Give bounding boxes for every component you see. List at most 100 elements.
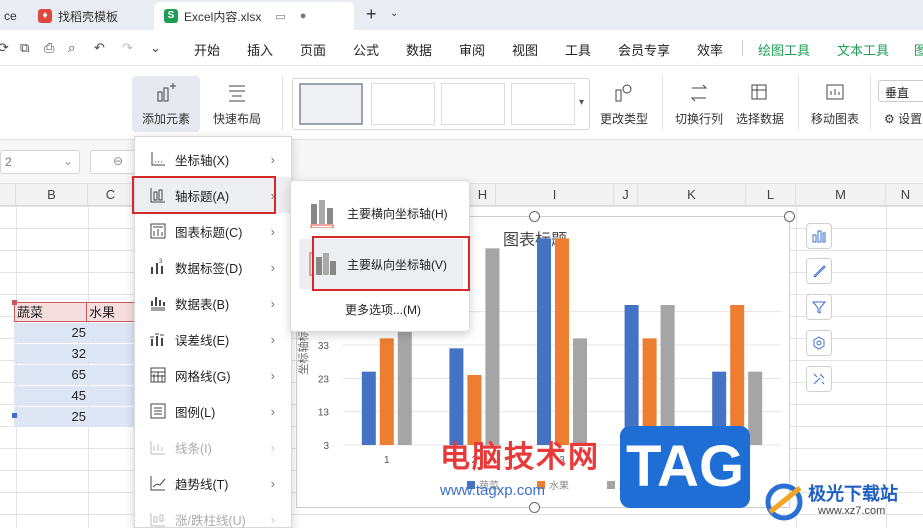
change-type-button[interactable]: 更改类型 — [598, 82, 650, 127]
selection-handle[interactable] — [12, 300, 17, 305]
ribbon-divider — [870, 76, 871, 130]
header-cell-vegetable[interactable]: 蔬菜 — [14, 302, 88, 322]
column-header-i[interactable]: I — [496, 184, 614, 206]
bar — [555, 238, 569, 445]
menu-review[interactable]: 审阅 — [459, 40, 485, 59]
docer-icon: ♦ — [38, 9, 52, 23]
chevron-down-icon[interactable]: ⌄ — [390, 8, 398, 19]
table-cell[interactable]: 25 — [14, 407, 136, 427]
bar — [449, 348, 464, 445]
header-cell-fruit[interactable]: 水果 — [86, 302, 136, 322]
menu-formula[interactable]: 公式 — [353, 40, 379, 59]
tab-template[interactable]: ♦ 找稻壳模板 — [28, 2, 128, 30]
chart-style-gallery[interactable]: ▾ — [292, 78, 590, 130]
chart-style-thumb[interactable] — [511, 83, 575, 125]
menu-member[interactable]: 会员专享 — [618, 40, 670, 59]
quick-layout-button[interactable]: 快速布局 — [204, 82, 270, 127]
chevron-down-icon[interactable]: ⌄ — [63, 154, 73, 168]
zoom-field[interactable]: ⊖ — [90, 150, 140, 174]
dot-icon[interactable]: ● — [300, 10, 307, 22]
submenu-item-more-options[interactable]: 更多选项...(M) — [299, 297, 463, 321]
menu-item-axes[interactable]: 坐标轴(X) › — [135, 141, 291, 177]
menu-data[interactable]: 数据 — [406, 40, 432, 59]
legend-label: 水果 — [549, 480, 569, 492]
chart-style-thumb[interactable] — [371, 83, 435, 125]
menu-page[interactable]: 页面 — [300, 40, 326, 59]
selection-handle[interactable] — [12, 413, 17, 418]
chart-style-thumb[interactable] — [299, 83, 363, 125]
resize-handle[interactable] — [784, 211, 795, 222]
menu-tools[interactable]: 工具 — [565, 40, 591, 59]
new-tab-icon[interactable]: + — [366, 4, 377, 25]
name-box[interactable]: 2 ⌄ — [0, 150, 80, 174]
tools-icon — [813, 373, 825, 385]
gridlines-icon — [150, 367, 166, 383]
chevron-right-icon: › — [270, 259, 275, 275]
menu-drawing-tools[interactable]: 绘图工具 — [758, 40, 810, 59]
resize-handle[interactable] — [529, 502, 540, 513]
error-bars-icon — [150, 333, 164, 346]
move-chart-button[interactable]: 移动图表 — [808, 82, 862, 127]
corner-cell[interactable] — [0, 184, 16, 206]
chart-tools-button[interactable] — [806, 366, 832, 392]
vertical-dropdown[interactable]: 垂直 — [878, 80, 923, 102]
spreadsheet-icon: S — [164, 9, 178, 23]
chart-settings-button[interactable] — [806, 330, 832, 356]
menu-item-gridlines[interactable]: 网格线(G) › — [135, 357, 291, 393]
hexagon-icon — [813, 336, 825, 350]
menu-item-legend[interactable]: 图例(L) › — [135, 393, 291, 429]
monitor-icon[interactable]: ▭ — [275, 10, 285, 23]
menu-item-chart-title[interactable]: 图表标题(C) › — [135, 213, 291, 249]
table-cell[interactable]: 65 — [14, 365, 136, 385]
menu-item-trendline[interactable]: 趋势线(T) › — [135, 465, 291, 501]
tab-partial[interactable]: ce — [0, 2, 27, 30]
column-header-n[interactable]: N — [886, 184, 923, 206]
settings-button[interactable]: ⚙ 设置 — [884, 110, 922, 127]
switch-rowcol-button[interactable]: 切换行列 — [672, 82, 726, 127]
menu-text-tools[interactable]: 文本工具 — [837, 40, 889, 59]
undo-icon[interactable]: ↶ — [94, 40, 105, 56]
column-header-h[interactable]: H — [470, 184, 496, 206]
column-header-l[interactable]: L — [746, 184, 796, 206]
column-header-c[interactable]: C — [88, 184, 134, 206]
column-header-m[interactable]: M — [796, 184, 886, 206]
select-data-button[interactable]: 选择数据 — [733, 82, 787, 127]
menu-efficiency[interactable]: 效率 — [697, 40, 723, 59]
add-element-button[interactable]: 添加元素 — [132, 76, 200, 132]
menu-start[interactable]: 开始 — [194, 40, 220, 59]
chart-style-thumb[interactable] — [441, 83, 505, 125]
column-header-j[interactable]: J — [614, 184, 638, 206]
chart-filter-button[interactable] — [806, 294, 832, 320]
table-cell[interactable]: 32 — [14, 344, 136, 364]
menu-insert[interactable]: 插入 — [247, 40, 273, 59]
bar — [361, 371, 376, 445]
preview-icon[interactable]: ⌕ — [68, 40, 75, 56]
chart-elements-button[interactable] — [806, 223, 832, 249]
resize-handle[interactable] — [529, 211, 540, 222]
chart-style-button[interactable] — [806, 258, 832, 284]
table-cell[interactable]: 45 — [14, 386, 136, 406]
gallery-expand-icon[interactable]: ▾ — [579, 97, 584, 108]
column-header-k[interactable]: K — [638, 184, 746, 206]
tab-excel-file[interactable]: S Excel内容.xlsx ▭ ● — [154, 2, 354, 30]
bar — [660, 305, 675, 445]
submenu-item-horizontal-axis[interactable]: 主要横向坐标轴(H) — [299, 193, 463, 233]
save-icon[interactable]: ⟳ — [0, 40, 9, 56]
bar — [379, 338, 394, 445]
bar — [485, 248, 500, 445]
print-icon[interactable]: ⎙ — [44, 40, 54, 56]
menu-item-data-labels[interactable]: 3 数据标签(D) › — [135, 249, 291, 285]
ribbon-divider — [798, 76, 799, 130]
column-header-b[interactable]: B — [16, 184, 88, 206]
menu-chart-tools[interactable]: 图 — [914, 40, 923, 59]
folder-icon[interactable]: ⧉ — [20, 40, 29, 56]
menu-view[interactable]: 视图 — [512, 40, 538, 59]
chevron-right-icon: › — [270, 367, 275, 383]
table-cell[interactable]: 25 — [14, 323, 136, 343]
redo-icon[interactable]: ↷ — [122, 40, 133, 56]
chevron-down-icon[interactable]: ⌄ — [150, 40, 161, 56]
menu-item-data-table[interactable]: 数据表(B) › — [135, 285, 291, 321]
y-tick-label: 13 — [318, 408, 330, 419]
menu-item-error-bars[interactable]: 误差线(E) › — [135, 321, 291, 357]
add-element-icon — [157, 83, 176, 102]
